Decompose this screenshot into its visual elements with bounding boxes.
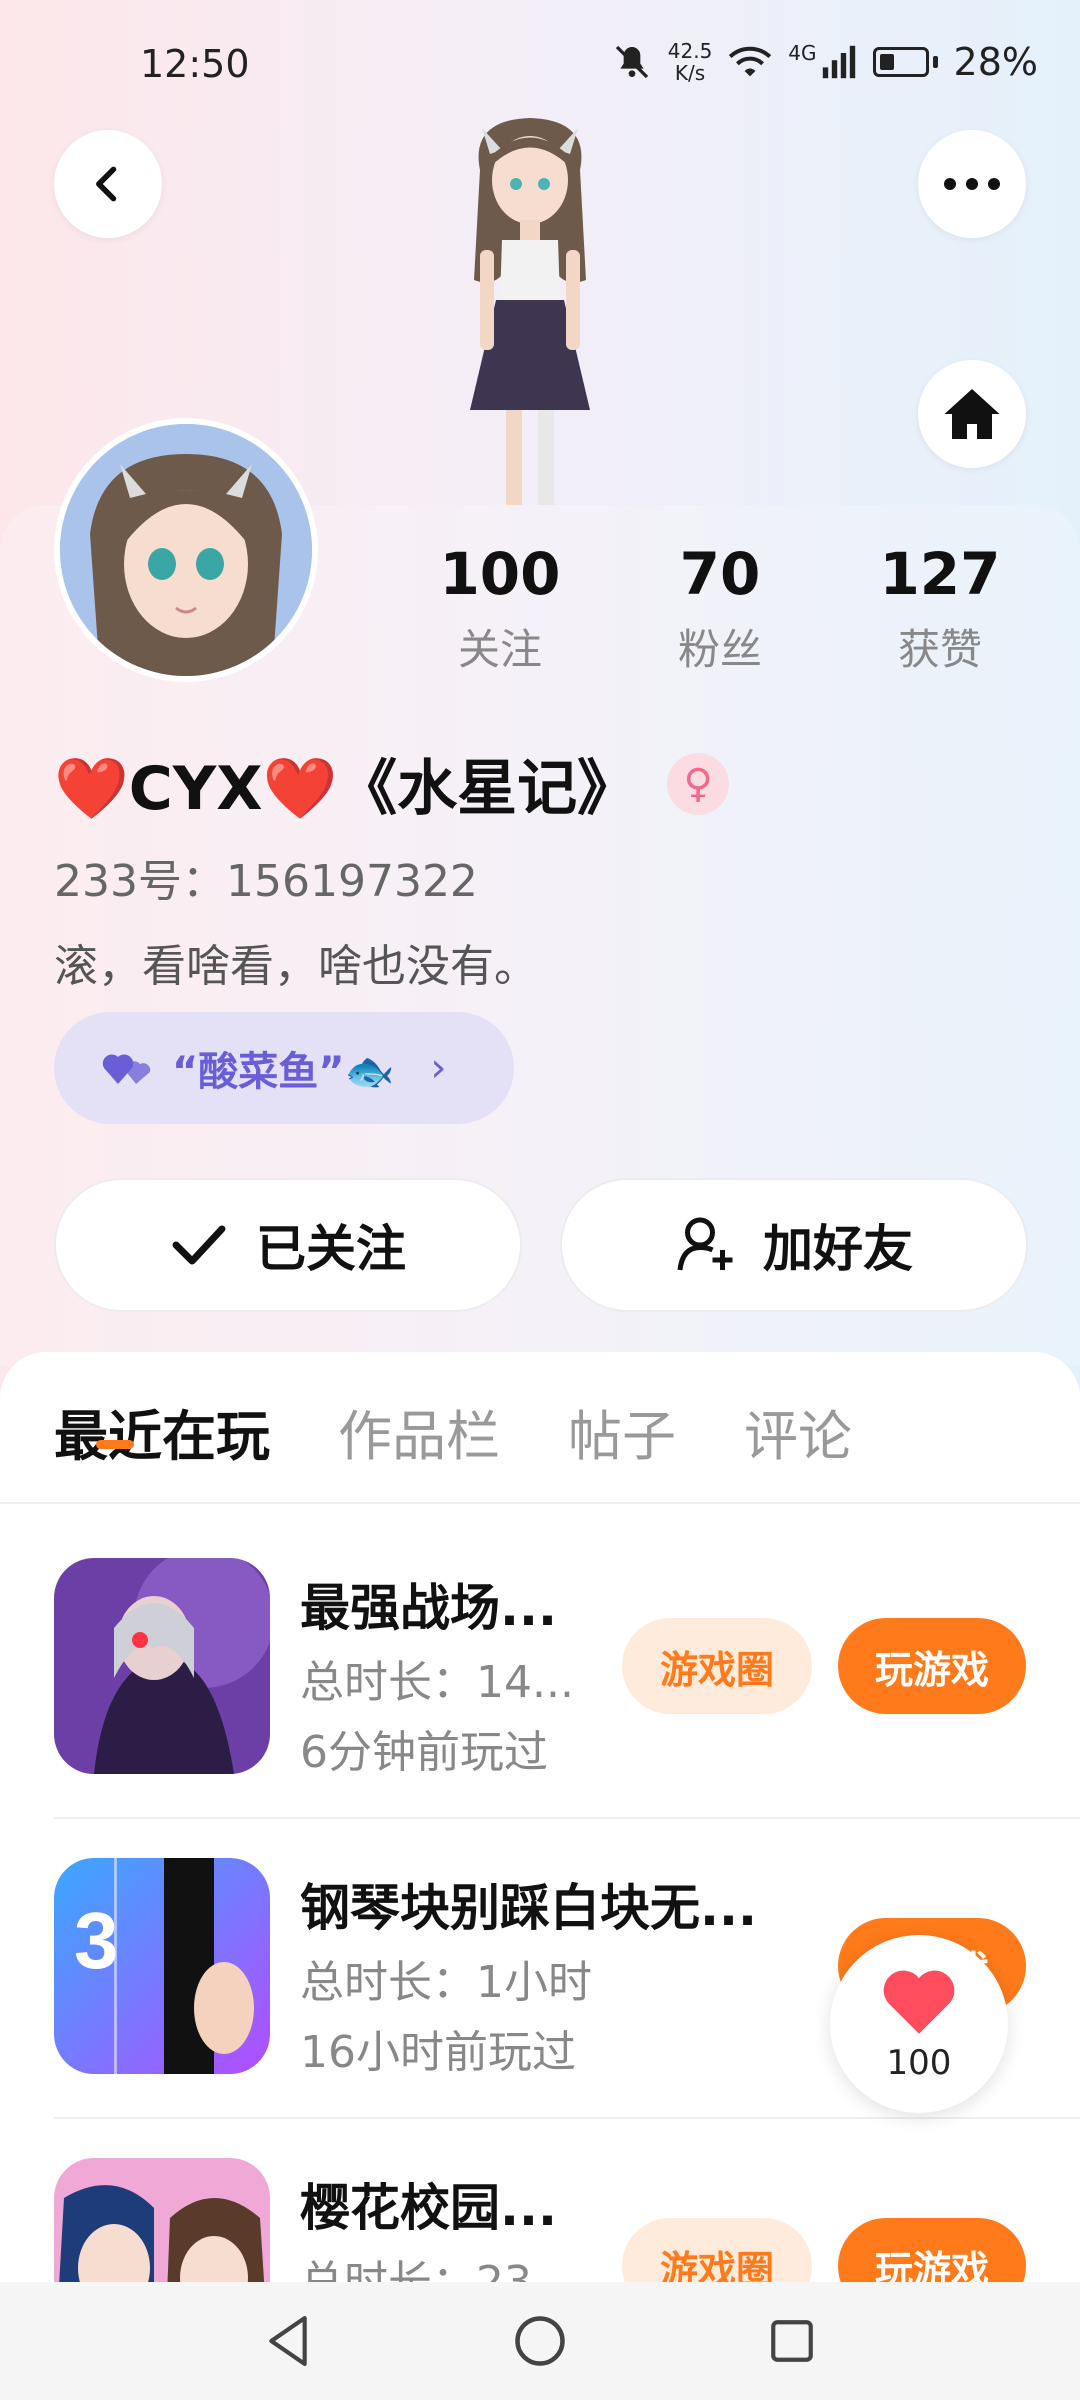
row-divider <box>54 2117 1080 2119</box>
content-panel: 最近在玩 作品栏 帖子 评论 最强战场... 总时长：14... 6分钟前玩过 … <box>0 1352 1080 2374</box>
username-row: ❤️CYX❤️《水星记》 ♀ <box>54 740 730 827</box>
net-speed-unit: K/s <box>674 61 706 85</box>
account-id: 233号：156197322 <box>54 856 478 907</box>
home-icon <box>944 389 1000 439</box>
bio: 滚，看啥看，啥也没有。 <box>54 941 538 992</box>
more-dots-icon <box>944 178 1000 190</box>
heart-icon <box>883 1970 955 2034</box>
tab-recently-played[interactable]: 最近在玩 <box>54 1392 270 1471</box>
game-title: 钢琴块别踩白块无... <box>300 1879 757 1937</box>
like-count: 100 <box>886 2043 952 2083</box>
tab-posts[interactable]: 帖子 <box>568 1392 676 1471</box>
avatar-image <box>60 424 312 676</box>
active-tab-indicator <box>96 1440 134 1449</box>
game-last-played: 16小时前玩过 <box>300 2027 576 2078</box>
wifi-icon <box>729 46 772 77</box>
net-speed-value: 42.5 <box>667 39 713 63</box>
add-friend-icon <box>677 1217 733 1271</box>
check-icon <box>172 1225 226 1265</box>
tab-works[interactable]: 作品栏 <box>338 1392 500 1471</box>
username: ❤️CYX❤️《水星记》 <box>54 754 638 824</box>
stat-label: 获赞 <box>897 625 982 674</box>
game-title: 最强战场... <box>300 1579 557 1637</box>
network-type: 4G <box>788 41 817 65</box>
stat-following[interactable]: 100 关注 <box>400 540 600 677</box>
more-button[interactable] <box>918 130 1026 238</box>
back-button[interactable] <box>54 130 162 238</box>
stat-value: 100 <box>439 540 561 608</box>
followed-label: 已关注 <box>256 1220 406 1278</box>
like-button[interactable]: 100 <box>830 1935 1008 2113</box>
profile-stats: 100 关注 70 粉丝 127 获赞 <box>400 540 1040 677</box>
game-duration: 总时长：14... <box>300 1657 574 1708</box>
stat-value: 127 <box>879 540 1001 608</box>
chevron-right-icon: › <box>430 1045 447 1091</box>
add-friend-button[interactable]: 加好友 <box>560 1178 1028 1312</box>
status-time: 12:50 <box>140 42 250 86</box>
battery-percent: 28% <box>953 40 1038 84</box>
play-game-button[interactable]: 玩游戏 <box>838 1618 1026 1714</box>
room-home-button[interactable] <box>918 360 1026 468</box>
profile-tabs: 最近在玩 作品栏 帖子 评论 <box>54 1392 852 1471</box>
mute-bell-icon <box>615 45 648 79</box>
status-icons: 42.5 K/s 4G 28% <box>612 40 1038 84</box>
tab-comments[interactable]: 评论 <box>744 1392 852 1471</box>
game-duration: 总时长：1小时 <box>300 1957 592 2008</box>
add-friend-label: 加好友 <box>763 1220 913 1278</box>
home-circle-icon[interactable] <box>513 2314 567 2368</box>
game-row[interactable]: 最强战场... 总时长：14... 6分钟前玩过 游戏圈 玩游戏 <box>54 1558 1026 1858</box>
svg-text:3: 3 <box>74 1896 119 1985</box>
battery-cap <box>932 56 938 68</box>
net-speed: 42.5 K/s <box>668 40 713 84</box>
stat-followers[interactable]: 70 粉丝 <box>620 540 820 677</box>
stat-label: 关注 <box>457 625 542 674</box>
user-avatar[interactable] <box>54 418 318 682</box>
game-icon[interactable] <box>54 1558 270 1774</box>
pill-text: “酸菜鱼”🐟 <box>172 1049 395 1095</box>
stat-likes[interactable]: 127 获赞 <box>840 540 1040 677</box>
back-triangle-icon[interactable] <box>263 2313 313 2369</box>
followed-button[interactable]: 已关注 <box>54 1178 522 1312</box>
female-gender-icon: ♀ <box>667 752 730 815</box>
chevron-left-icon <box>96 166 117 202</box>
character-figure <box>470 118 590 510</box>
double-heart-icon <box>102 1054 151 1084</box>
game-last-played: 6分钟前玩过 <box>300 1727 548 1778</box>
game-circle-button[interactable]: 游戏圈 <box>622 1618 812 1714</box>
system-navigation-bar <box>0 2282 1080 2400</box>
stat-value: 70 <box>679 540 761 608</box>
game-icon[interactable]: 3 <box>54 1858 270 2074</box>
row-divider <box>54 1817 1080 1819</box>
stat-label: 粉丝 <box>677 625 762 674</box>
signal-icon <box>822 45 855 79</box>
tabs-divider <box>0 1502 1080 1504</box>
game-title: 樱花校园... <box>300 2179 557 2237</box>
relationship-pill[interactable]: “酸菜鱼”🐟 › <box>54 1012 514 1124</box>
recents-square-icon[interactable] <box>767 2316 817 2366</box>
battery-icon <box>872 47 929 77</box>
